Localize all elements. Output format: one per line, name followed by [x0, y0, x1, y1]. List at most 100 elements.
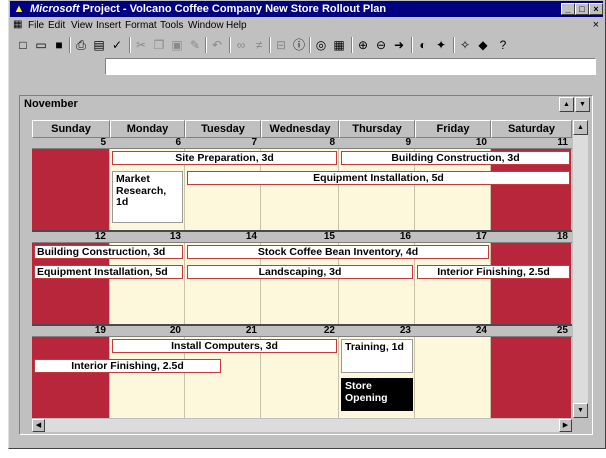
task-bar[interactable]: Building Construction, 3d	[341, 151, 570, 165]
task-info-icon[interactable]: ⓘ	[290, 36, 308, 54]
print-preview-icon[interactable]: ▤	[90, 36, 108, 54]
task-bar[interactable]: Building Construction, 3d	[34, 245, 183, 259]
day-number: 11	[557, 137, 568, 148]
cut-icon[interactable]: ✂	[132, 36, 150, 54]
document-close-icon[interactable]: ×	[593, 18, 599, 33]
title-bar: ▲ Microsoft Project - Volcano Coffee Com…	[10, 1, 603, 17]
week-divider	[32, 324, 572, 326]
task-bar[interactable]: Interior Finishing, 2.5d	[34, 359, 221, 373]
day-number-bar: 7	[185, 137, 261, 149]
copy-icon[interactable]: ❐	[150, 36, 168, 54]
document-icon[interactable]: ▦	[13, 19, 25, 31]
unlink-tasks-icon[interactable]: ≠	[250, 36, 268, 54]
task-bar[interactable]: Site Preparation, 3d	[112, 151, 337, 165]
menu-tools[interactable]: Tools	[160, 18, 183, 33]
task-bar[interactable]: Market Research, 1d	[112, 171, 183, 223]
menu-window[interactable]: Window	[188, 18, 224, 33]
day-number-bar: 12	[32, 231, 110, 243]
open-icon[interactable]: ▭	[32, 36, 50, 54]
day-of-week-header-monday: Monday	[110, 120, 185, 138]
previous-month-button[interactable]: ▲	[559, 97, 574, 112]
hyperlink-icon[interactable]: ◆	[474, 36, 492, 54]
scroll-down-button[interactable]: ▼	[573, 403, 588, 418]
task-bar[interactable]: Equipment Installation, 5d	[187, 171, 570, 185]
day-number-bar: 9	[339, 137, 415, 149]
entry-bar	[10, 57, 603, 77]
next-month-button[interactable]: ▼	[575, 97, 590, 112]
task-bar[interactable]: Equipment Installation, 5d	[34, 265, 183, 279]
print-icon[interactable]: ⎙	[72, 36, 90, 54]
minimize-button[interactable]: _	[561, 3, 575, 15]
day-number-bar: 16	[339, 231, 415, 243]
menu-view[interactable]: View	[71, 18, 93, 33]
day-of-week-header-saturday: Saturday	[491, 120, 572, 138]
zoom-out-icon[interactable]: ⊖	[372, 36, 390, 54]
menu-help[interactable]: Help	[226, 18, 247, 33]
assign-resources-icon[interactable]: ▦	[330, 36, 348, 54]
day-number: 15	[323, 231, 335, 242]
day-number-bar: 13	[110, 231, 185, 243]
copy-picture-icon[interactable]: ◐	[414, 36, 432, 54]
scroll-up-button[interactable]: ▲	[573, 120, 588, 135]
day-cell[interactable]: 18	[491, 231, 572, 326]
day-number: 8	[329, 137, 335, 148]
task-bar[interactable]: Landscaping, 3d	[187, 265, 413, 279]
menu-bar: ▦ File Edit View Insert Format Tools Win…	[10, 18, 603, 33]
paste-icon[interactable]: ▣	[168, 36, 186, 54]
day-number-bar: 8	[261, 137, 339, 149]
day-number-bar: 18	[491, 231, 572, 243]
notes-icon[interactable]: ◎	[312, 36, 330, 54]
day-of-week-header-tuesday: Tuesday	[185, 120, 261, 138]
month-label: November	[24, 98, 78, 110]
project-window: ▲ Microsoft Project - Volcano Coffee Com…	[8, 0, 606, 449]
menu-file[interactable]: File	[28, 18, 44, 33]
day-number-bar: 17	[415, 231, 491, 243]
zoom-in-icon[interactable]: ⊕	[354, 36, 372, 54]
entry-field[interactable]	[105, 58, 596, 75]
task-bar[interactable]: Training, 1d	[341, 339, 413, 373]
title-brand: Microsoft	[30, 3, 80, 15]
toolbar-separator	[411, 37, 413, 53]
day-of-week-header-thursday: Thursday	[339, 120, 415, 138]
task-bar[interactable]: Install Computers, 3d	[112, 339, 337, 353]
toolbar-separator	[269, 37, 271, 53]
task-bar[interactable]: Stock Coffee Bean Inventory, 4d	[187, 245, 489, 259]
link-tasks-icon[interactable]: ∞	[232, 36, 250, 54]
toolbar-separator	[453, 37, 455, 53]
help-icon[interactable]: ?	[494, 36, 512, 54]
scroll-left-button[interactable]: ◀	[32, 419, 45, 432]
undo-icon[interactable]: ↶	[208, 36, 226, 54]
day-number: 20	[169, 325, 181, 336]
day-number-bar: 24	[415, 325, 491, 337]
toolbar-separator	[309, 37, 311, 53]
menu-edit[interactable]: Edit	[48, 18, 65, 33]
horizontal-scrollbar[interactable]: ◀ ▶	[32, 419, 572, 432]
gantt-wizard-icon[interactable]: ✦	[432, 36, 450, 54]
split-task-icon[interactable]: ⊟	[272, 36, 290, 54]
day-number: 24	[475, 325, 487, 336]
menu-insert[interactable]: Insert	[96, 18, 121, 33]
day-number: 16	[399, 231, 411, 242]
project-app-icon[interactable]: ▲	[13, 3, 25, 15]
vertical-scrollbar[interactable]: ▲ ▼	[573, 120, 588, 418]
day-cell[interactable]: 5	[32, 137, 110, 232]
format-painter-icon[interactable]: ✎	[186, 36, 204, 54]
day-of-week-header-friday: Friday	[415, 120, 491, 138]
menu-format[interactable]: Format	[125, 18, 157, 33]
day-cell[interactable]: 24	[415, 325, 491, 418]
day-of-week-header-wednesday: Wednesday	[261, 120, 339, 138]
milestone-task-bar[interactable]: Store Opening	[341, 378, 413, 411]
day-number-bar: 11	[491, 137, 572, 149]
toolbar-separator	[69, 37, 71, 53]
restore-button[interactable]: □	[575, 3, 589, 15]
web-toolbar-icon[interactable]: ✧	[456, 36, 474, 54]
day-number: 10	[475, 137, 487, 148]
save-icon[interactable]: ■	[50, 36, 68, 54]
close-button[interactable]: ×	[589, 3, 603, 15]
scroll-right-button[interactable]: ▶	[559, 419, 572, 432]
spelling-icon[interactable]: ✓	[108, 36, 126, 54]
task-bar[interactable]: Interior Finishing, 2.5d	[417, 265, 570, 279]
goto-task-icon[interactable]: ➜	[390, 36, 408, 54]
new-icon[interactable]: □	[14, 36, 32, 54]
day-cell[interactable]: 25	[491, 325, 572, 418]
